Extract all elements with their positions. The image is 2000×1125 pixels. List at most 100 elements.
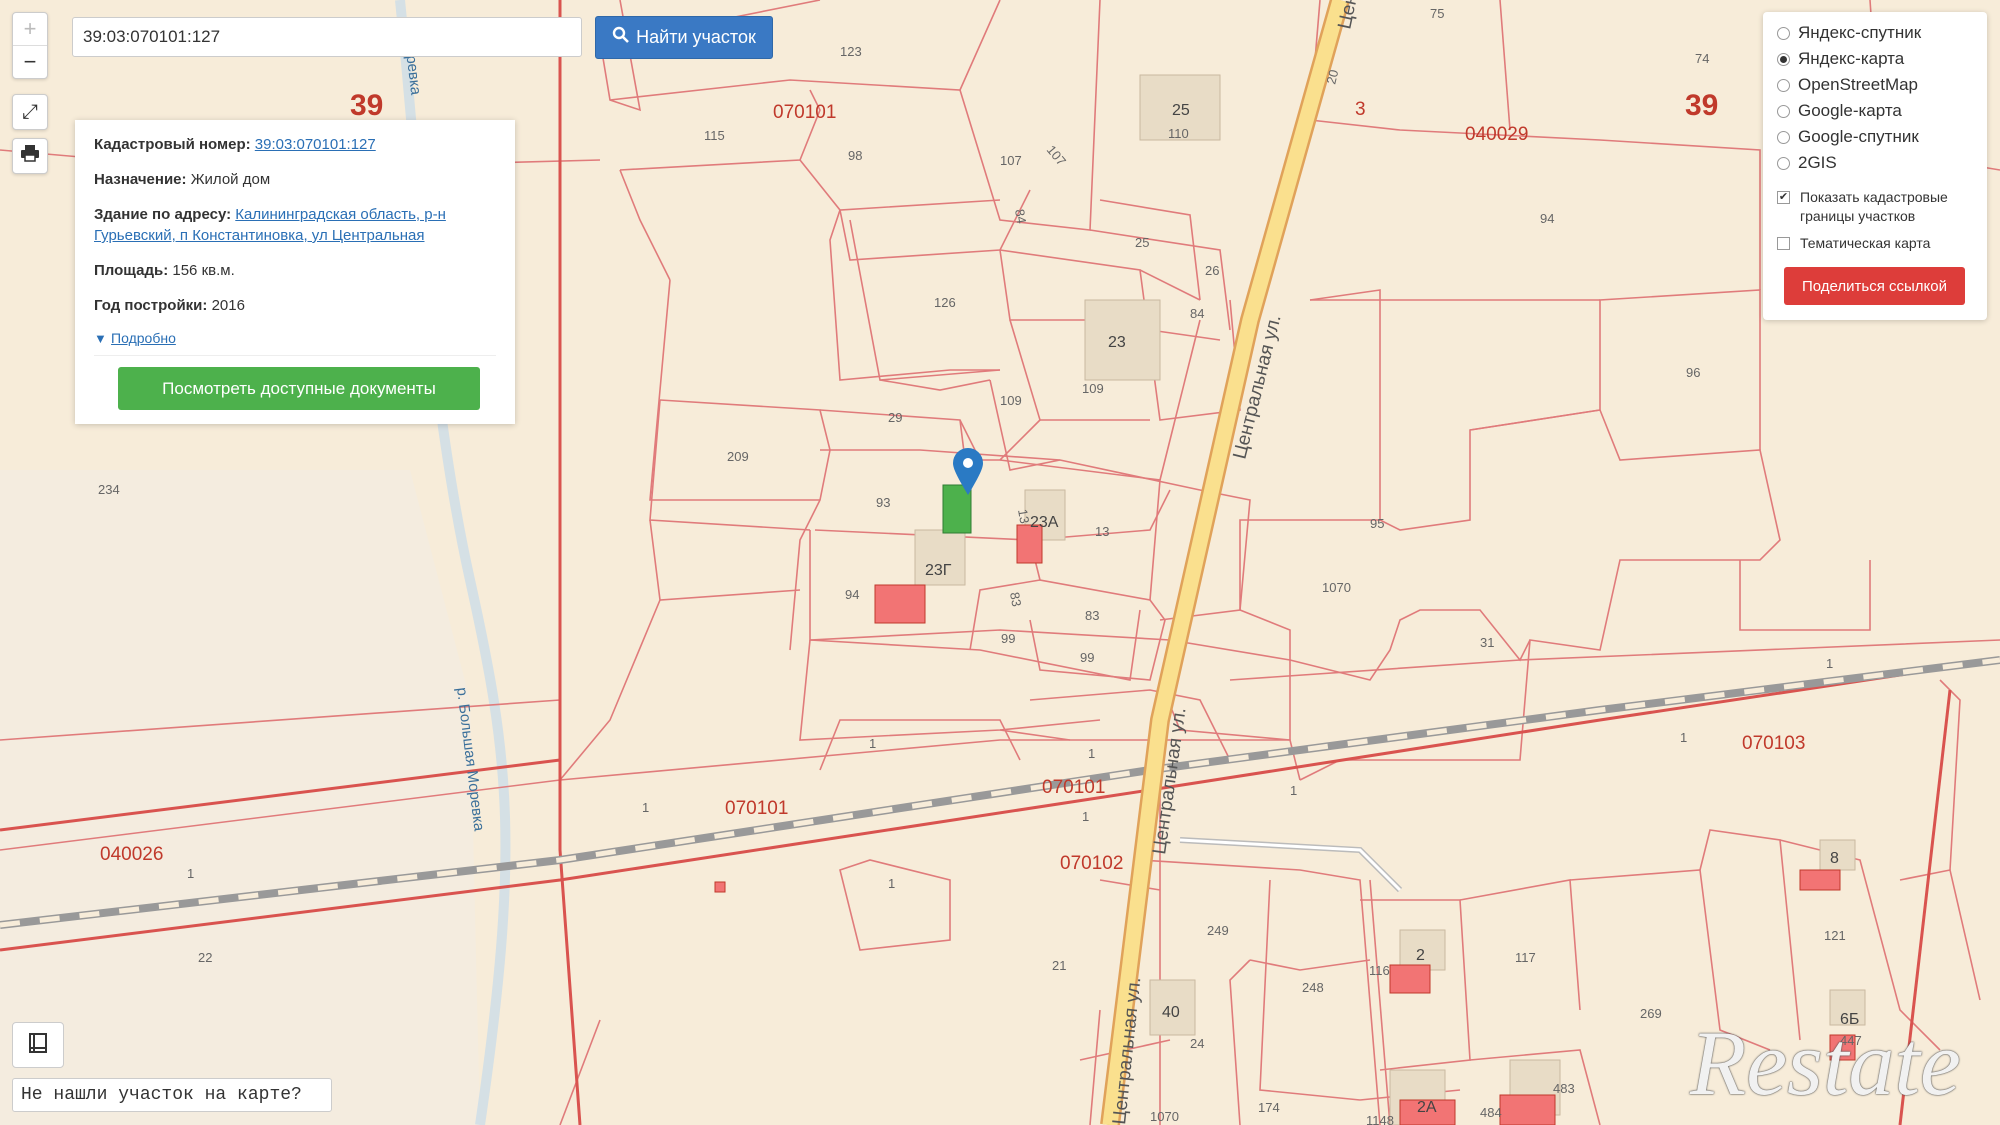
details-toggle[interactable]: ▼ Подробно: [94, 330, 496, 347]
parcel-label: 83: [1085, 608, 1099, 623]
parcel-label: 1: [1290, 783, 1297, 798]
purpose-row: Назначение: Жилой дом: [94, 169, 496, 190]
map-area-west: [0, 470, 480, 1125]
quarter-label-070101-top: 070101: [773, 102, 836, 123]
quarter-label-040026: 040026: [100, 844, 163, 865]
parcel-label: 13: [1015, 508, 1032, 525]
parcel-label: 1: [642, 800, 649, 815]
zoom-out-button[interactable]: −: [13, 45, 47, 78]
parcel-label: 75: [1430, 6, 1444, 21]
fullscreen-button[interactable]: ⤢: [12, 94, 48, 130]
building-label-2: 2: [1416, 947, 1425, 964]
parcel-label: 115: [704, 128, 725, 143]
parcel-label: 123: [840, 44, 862, 59]
red-building-1: [874, 584, 926, 624]
cadastral-number-link[interactable]: 39:03:070101:127: [255, 136, 376, 153]
map-layers-panel: Яндекс-спутник Яндекс-карта OpenStreetMa…: [1763, 12, 1987, 320]
layer-option-yandex-satellite[interactable]: Яндекс-спутник: [1777, 20, 1973, 46]
parcel-label: 26: [1205, 263, 1219, 278]
show-borders-label: Показать кадастровые границы участков: [1800, 189, 1948, 224]
parcel-label: 13: [1095, 524, 1109, 539]
parcel-label: 99: [1001, 631, 1015, 646]
cadastral-number-row: Кадастровый номер: 39:03:070101:127: [94, 134, 496, 155]
find-parcel-button[interactable]: Найти участок: [595, 16, 773, 59]
building-label-2a: 2А: [1417, 1099, 1437, 1116]
region-label-3: 3: [1355, 99, 1366, 120]
purpose-value: Жилой дом: [190, 171, 271, 188]
layer-option-2gis[interactable]: 2GIS: [1777, 150, 1973, 176]
view-documents-button[interactable]: Посмотреть доступные документы: [118, 367, 480, 410]
layer-option-label: Google-спутник: [1798, 127, 1919, 146]
layer-option-osm[interactable]: OpenStreetMap: [1777, 72, 1973, 98]
building-label-23g: 23Г: [925, 562, 952, 579]
cadastral-search-input[interactable]: [72, 17, 582, 57]
parcel-label: 31: [1480, 635, 1494, 650]
parcel-label: 117: [1515, 950, 1536, 965]
parcel-label: 24: [1190, 1036, 1204, 1051]
parcel-label: 107: [1000, 153, 1022, 168]
parcel-label: 1: [1088, 746, 1095, 761]
parcel-label: 126: [934, 295, 956, 310]
red-building-3: [1389, 964, 1431, 994]
parcel-label: 93: [876, 495, 890, 510]
share-link-button[interactable]: Поделиться ссылкой: [1784, 267, 1965, 305]
parcel-label: 1: [888, 876, 895, 891]
thematic-map-label: Тематическая карта: [1800, 235, 1931, 251]
parcel-info-panel: Кадастровый номер: 39:03:070101:127 Назн…: [75, 120, 515, 424]
parcel-label: 25: [1135, 235, 1149, 250]
layer-option-google-satellite[interactable]: Google-спутник: [1777, 124, 1973, 150]
thematic-map-checkbox[interactable]: Тематическая карта: [1777, 234, 1973, 253]
parcel-label: 21: [1052, 958, 1066, 973]
not-found-parcel-link[interactable]: Не нашли участок на карте?: [12, 1078, 332, 1112]
layer-option-yandex-map[interactable]: Яндекс-карта: [1777, 46, 1973, 72]
search-icon: [612, 26, 630, 49]
cadastral-number-label: Кадастровый номер:: [94, 136, 251, 153]
parcel-label: 1070: [1322, 580, 1351, 595]
address-row: Здание по адресу: Калининградская област…: [94, 204, 496, 246]
year-value: 2016: [211, 297, 245, 314]
restate-logo: Restate: [1690, 1012, 1961, 1114]
parcel-label: 29: [888, 410, 902, 425]
parcel-label: 74: [1695, 51, 1709, 66]
parcel-label: 84: [1012, 208, 1029, 225]
parcel-label: 109: [1000, 393, 1022, 408]
legend-button[interactable]: [12, 1022, 64, 1068]
quarter-label-040029: 040029: [1465, 124, 1528, 145]
radio-icon: [1777, 78, 1790, 92]
details-link[interactable]: Подробно: [111, 330, 176, 346]
address-label: Здание по адресу:: [94, 206, 232, 223]
parcel-label: 98: [848, 148, 862, 163]
layer-option-label: Яндекс-карта: [1798, 49, 1905, 68]
print-button[interactable]: [12, 138, 48, 174]
radio-icon: [1777, 104, 1790, 118]
parcel-label: 1148: [1366, 1113, 1394, 1125]
parcel-label: 99: [1080, 650, 1094, 665]
parcel-label: 116: [1369, 963, 1390, 978]
radio-selected-icon: [1777, 52, 1790, 66]
parcel-label: 483: [1553, 1081, 1575, 1096]
show-borders-checkbox[interactable]: ✔ Показать кадастровые границы участков: [1777, 188, 1973, 226]
quarter-label-070101-mid: 070101: [725, 798, 788, 819]
layer-option-label: Google-карта: [1798, 101, 1902, 120]
radio-icon: [1777, 130, 1790, 144]
area-row: Площадь: 156 кв.м.: [94, 260, 496, 281]
parcel-label: 94: [1540, 211, 1554, 226]
building-label-23a: 23А: [1030, 514, 1059, 531]
area-value: 156 кв.м.: [172, 262, 235, 279]
printer-icon: [20, 144, 40, 168]
region-label-right: 39: [1685, 89, 1718, 122]
year-row: Год постройки: 2016: [94, 295, 496, 316]
radio-icon: [1777, 156, 1790, 170]
red-building-4: [1799, 869, 1841, 891]
radio-icon: [1777, 26, 1790, 40]
zoom-in-button[interactable]: +: [13, 13, 47, 45]
parcel-label: 110: [1168, 126, 1189, 141]
parcel-label: 1070: [1150, 1109, 1179, 1124]
layer-option-google-map[interactable]: Google-карта: [1777, 98, 1973, 124]
parcel-label: 1: [1826, 656, 1833, 671]
layer-option-label: 2GIS: [1798, 153, 1837, 172]
parcel-label: 96: [1686, 365, 1700, 380]
zoom-controls: + −: [12, 12, 48, 79]
expand-icon: ⤢: [22, 100, 38, 123]
parcel-label: 1: [1082, 809, 1089, 824]
